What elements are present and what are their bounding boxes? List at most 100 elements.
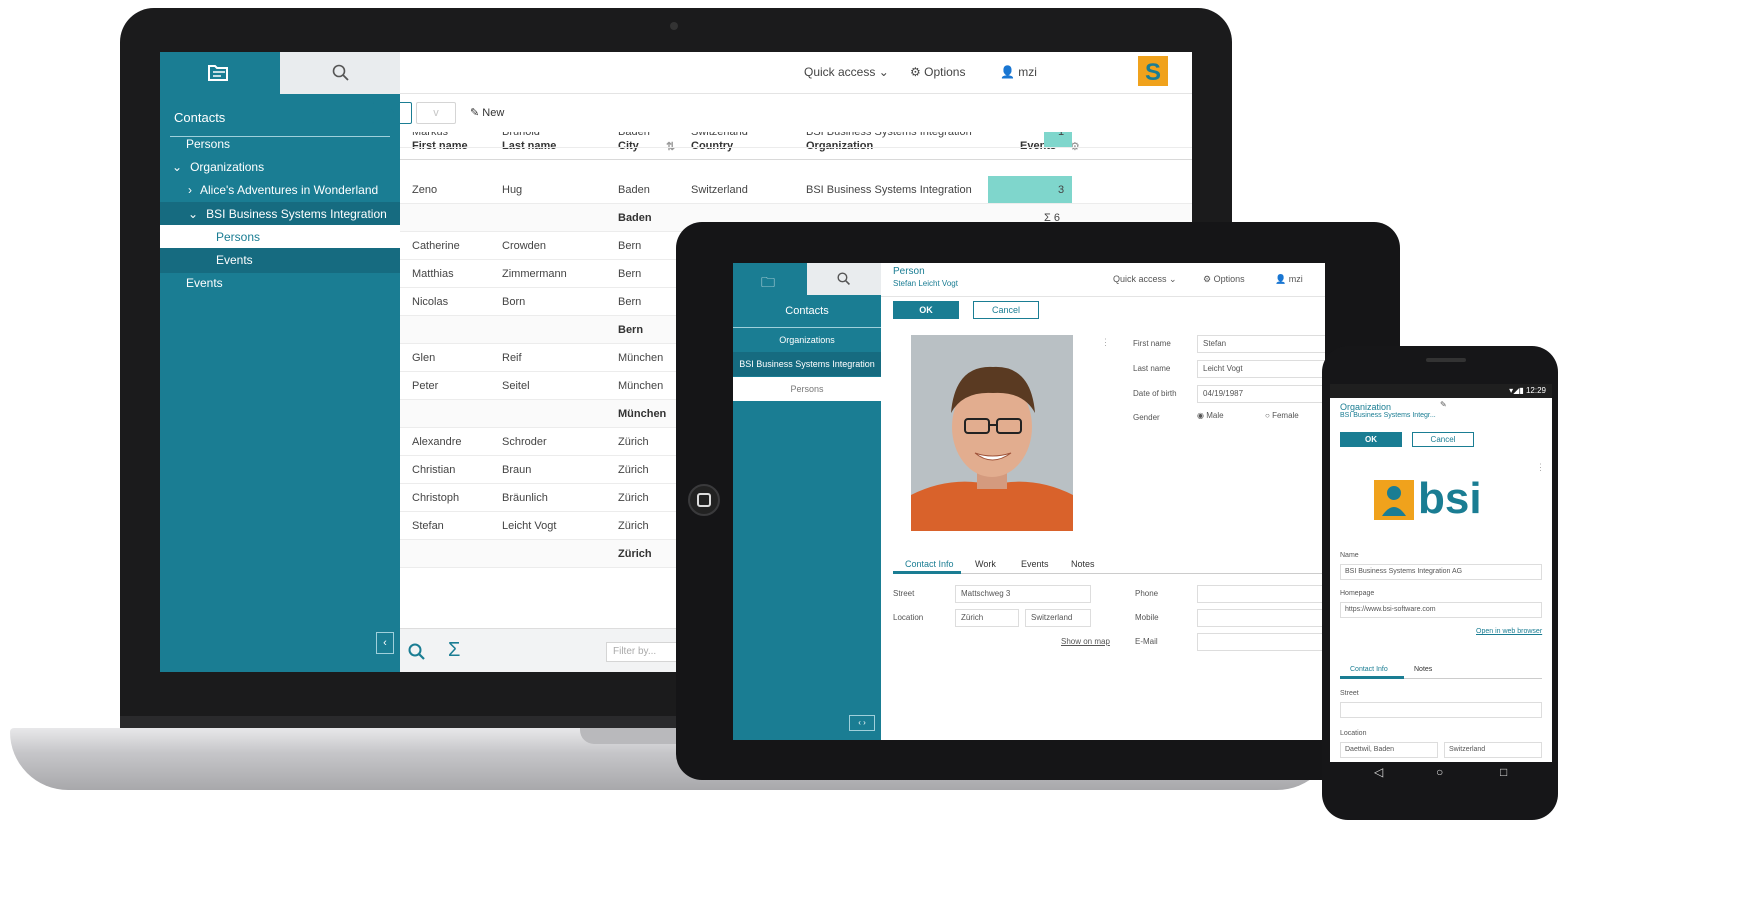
group-label: Bern [618, 324, 644, 336]
first-name-field[interactable]: Stefan [1197, 335, 1325, 353]
location-label: Location [893, 613, 924, 622]
gender-male-radio[interactable]: ◉ Male [1197, 411, 1224, 420]
collapse-sidebar-button[interactable]: ‹ [376, 632, 394, 654]
options-menu[interactable]: ⚙ Options [1203, 274, 1245, 285]
cancel-button[interactable]: Cancel [1412, 432, 1474, 447]
gender-female-radio[interactable]: ○ Female [1265, 411, 1299, 420]
tab-work[interactable]: Work [975, 559, 996, 569]
quick-access-menu[interactable]: Quick access ⌄ [804, 65, 889, 79]
user-menu[interactable]: 👤 mzi [1000, 65, 1037, 79]
cell-last: Zimmermann [502, 268, 567, 280]
options-menu[interactable]: ⚙ Options [910, 65, 965, 79]
chevron-down-icon: ⌄ [878, 65, 889, 79]
last-name-field[interactable]: Leicht Vogt [1197, 360, 1325, 378]
form-subtitle: Stefan Leicht Vogt [893, 279, 958, 288]
email-field[interactable] [1197, 633, 1325, 651]
cell-city: Zürich [618, 436, 649, 448]
table-row[interactable]: Zeno Hug Baden Switzerland BSI Business Syst… [400, 176, 1192, 204]
name-field[interactable]: BSI Business Systems Integration AG [1340, 564, 1542, 580]
sidebar-item-alices-adventures[interactable]: › Alice's Adventures in Wonderland [160, 178, 400, 203]
homepage-field[interactable]: https://www.bsi-software.com [1340, 602, 1542, 618]
sidebar-item-label: BSI Business Systems Integration [206, 207, 387, 221]
city-field[interactable]: Zürich [955, 609, 1019, 627]
street-label: Street [893, 589, 915, 598]
dob-field[interactable]: 04/19/1987 [1197, 385, 1325, 403]
tab-contact-info[interactable]: Contact Info [905, 559, 954, 569]
sidebar-item-bsi[interactable]: BSI Business Systems Integration [733, 352, 881, 376]
street-field[interactable]: Mattschweg 3 [955, 585, 1091, 603]
active-tab-indicator [893, 571, 961, 574]
phone-field[interactable] [1197, 585, 1325, 603]
cell-first: Markus [412, 132, 449, 138]
new-button[interactable]: ✎ New [470, 106, 504, 119]
sidebar-item-bsi-events[interactable]: Events [160, 248, 400, 273]
cancel-button[interactable]: Cancel [973, 301, 1039, 319]
bsi-logo-text: bsi [1418, 474, 1482, 523]
sidebar-nav-arrows[interactable]: ‹ › [849, 715, 875, 731]
group-label: München [618, 408, 667, 420]
edit-icon[interactable]: ✎ [1440, 400, 1447, 409]
cell-last: Hug [502, 184, 523, 196]
more-menu-icon[interactable]: ⋮ [1536, 462, 1545, 473]
sum-icon[interactable]: Σ [448, 639, 460, 662]
cell-country: Switzerland [691, 184, 748, 196]
sidebar-item-organizations[interactable]: Organizations [733, 327, 881, 351]
phone-speaker [1426, 358, 1466, 362]
ok-button[interactable]: OK [893, 301, 959, 319]
show-on-map-link[interactable]: Show on map [1061, 637, 1110, 646]
sidebar-item-bsi[interactable]: ⌄ BSI Business Systems Integration [160, 202, 400, 227]
city-field[interactable]: Daettwil, Baden [1340, 742, 1438, 758]
back-icon[interactable]: ◁ [1374, 765, 1383, 779]
country-field[interactable]: Switzerland [1025, 609, 1091, 627]
cell-city: Bern [618, 268, 642, 280]
folder-icon[interactable]: 🗀 [761, 272, 775, 296]
table-row[interactable]: Markus Brunold Baden Switzerland BSI Busines… [400, 132, 1192, 148]
cell-city: Baden [618, 132, 650, 138]
tab-events[interactable]: Events [1021, 559, 1049, 569]
phone-form-title: Organization [1340, 402, 1392, 412]
move-up-button[interactable]: ^ [372, 102, 412, 124]
sidebar-item-persons[interactable]: Persons [160, 132, 400, 157]
open-web-browser-link[interactable]: Open in web browser [1476, 628, 1542, 635]
tab-contact-info[interactable]: Contact Info [1350, 666, 1388, 673]
sidebar-item-organizations[interactable]: ⌄ Organizations [160, 155, 400, 180]
cell-city: Bern [618, 296, 642, 308]
homepage-label: Homepage [1340, 590, 1375, 597]
cell-last: Crowden [502, 240, 547, 252]
sidebar-item-persons[interactable]: Persons [733, 377, 881, 401]
cell-last: Bräunlich [502, 492, 548, 504]
move-down-button[interactable]: v [416, 102, 456, 124]
tab-outline[interactable] [160, 52, 280, 94]
home-icon[interactable]: ○ [1436, 765, 1443, 779]
tab-search[interactable] [807, 263, 881, 295]
quick-access-label: Quick access [804, 65, 876, 79]
status-time: 12:29 [1525, 386, 1546, 395]
more-menu-icon[interactable]: ⋮ [1101, 337, 1110, 348]
user-menu[interactable]: 👤 mzi [1275, 274, 1303, 285]
recents-icon[interactable]: □ [1500, 765, 1507, 779]
street-field[interactable] [1340, 702, 1542, 718]
mobile-field[interactable] [1197, 609, 1325, 627]
tablet-header: Person Stefan Leicht Vogt Quick access ⌄… [881, 263, 1325, 297]
active-tab-indicator [1340, 676, 1404, 679]
tab-notes[interactable]: Notes [1071, 559, 1095, 569]
new-label: New [482, 107, 505, 119]
cell-first: Stefan [412, 520, 444, 532]
sidebar-item-events[interactable]: Events [160, 271, 400, 296]
search-icon[interactable] [408, 643, 426, 661]
cell-last: Seitel [502, 380, 530, 392]
country-field[interactable]: Switzerland [1444, 742, 1542, 758]
tab-search[interactable] [280, 52, 400, 94]
sidebar-item-bsi-persons[interactable]: Persons [160, 225, 400, 250]
quick-access-menu[interactable]: Quick access ⌄ [1113, 274, 1177, 285]
cell-city: Bern [618, 240, 642, 252]
cell-last: Reif [502, 352, 522, 364]
ok-button[interactable]: OK [1340, 432, 1402, 447]
options-label: Options [924, 65, 966, 79]
name-label: Name [1340, 552, 1359, 559]
sidebar-item-label: Persons [186, 137, 231, 151]
user-icon: 👤 [1000, 65, 1015, 79]
signal-icon: ▾◢▮ [1509, 386, 1526, 395]
tab-notes[interactable]: Notes [1414, 666, 1432, 673]
phone-nav-bar: ◁ ○ □ [1330, 762, 1552, 786]
